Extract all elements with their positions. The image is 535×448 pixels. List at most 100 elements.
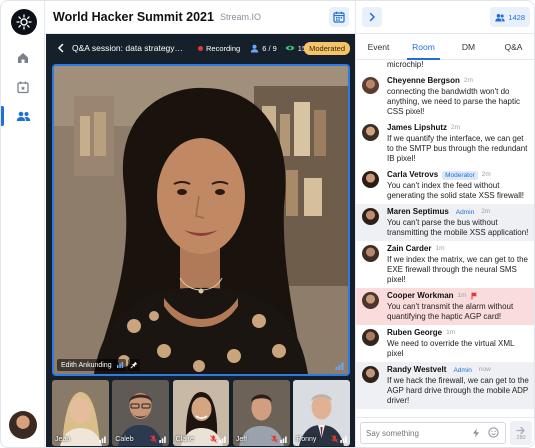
- participant-name: Jean: [55, 436, 71, 443]
- message-time: 2m: [451, 124, 461, 131]
- user-avatar[interactable]: [9, 411, 37, 439]
- event-header: World Hacker Summit 2021 Stream.IO: [45, 1, 355, 34]
- message-text: If we hack the firewall, we can get to t…: [387, 376, 529, 405]
- message-text: If we quantify the interface, we can get…: [387, 134, 528, 163]
- chat-message: Carla Vetrovs Moderator 2m You can't index…: [356, 167, 534, 204]
- chat-message: Zain Carder 1m If we index the matrix, we…: [356, 241, 534, 288]
- avatar[interactable]: [362, 77, 379, 94]
- author-name[interactable]: Zain Carder: [387, 244, 431, 254]
- signal-strength-icon: [279, 436, 287, 443]
- pin-icon[interactable]: [128, 359, 140, 371]
- char-limit: 280: [516, 434, 526, 441]
- participant-tile[interactable]: Jeff: [232, 380, 290, 446]
- participant-name: Claire: [175, 436, 194, 443]
- avatar[interactable]: [362, 366, 379, 383]
- author-name[interactable]: Maren Septimus: [387, 207, 449, 217]
- message-composer: 280: [355, 417, 534, 447]
- calendar-button[interactable]: [329, 7, 349, 27]
- tab-event[interactable]: Event: [356, 34, 401, 59]
- author-name[interactable]: James Lipshutz: [387, 123, 447, 133]
- message-time: 2m: [481, 171, 491, 178]
- home-icon: [18, 53, 28, 63]
- nav-home[interactable]: [1, 45, 45, 71]
- avatar[interactable]: [362, 292, 379, 309]
- recording-indicator: Recording: [198, 44, 240, 53]
- message-time: 1m: [435, 245, 445, 252]
- message-input[interactable]: [360, 422, 506, 444]
- signal-strength-icon: [99, 436, 106, 443]
- mic-muted-icon: [210, 435, 218, 443]
- message-time: 2m: [463, 77, 473, 84]
- avatar[interactable]: [362, 171, 379, 188]
- message-text: microchip!: [387, 60, 424, 69]
- nav-rooms[interactable]: [1, 103, 45, 129]
- tab-room[interactable]: Room: [401, 34, 446, 60]
- message-text: You can't index the feed without generat…: [387, 181, 524, 200]
- emoji-icon[interactable]: [488, 427, 499, 438]
- message-text: connecting the bandwidth won't do anythi…: [387, 87, 520, 116]
- participant-count-label: 6 / 9: [262, 43, 277, 53]
- mic-muted-icon: [270, 435, 278, 443]
- participant-strip: Jean Caleb Claire Jeff Ronny: [52, 380, 350, 446]
- participant-count[interactable]: 6 / 9: [250, 44, 277, 53]
- people-icon: [16, 111, 30, 121]
- signal-strength-icon: [340, 436, 347, 443]
- participant-name: Jeff: [235, 436, 248, 443]
- send-arrow-icon: [516, 426, 525, 434]
- chat-message: Maren Septimus Admin 2m You can't parse th…: [356, 204, 534, 241]
- admin-badge: Admin: [453, 366, 472, 374]
- tab-qa[interactable]: Q&A: [491, 34, 534, 59]
- chat-message: Cheyenne Bergson 2m connecting the bandwi…: [356, 73, 534, 120]
- event-title: World Hacker Summit 2021: [53, 10, 214, 24]
- chat-message: microchip!: [356, 60, 534, 73]
- chat-message: Ruben George 1m We need to override the v…: [356, 325, 534, 362]
- avatar[interactable]: [362, 245, 379, 262]
- recording-dot-icon: [198, 45, 203, 51]
- brand-logo[interactable]: [11, 9, 37, 35]
- collapse-panel-button[interactable]: [362, 7, 382, 27]
- author-name[interactable]: Cooper Workman: [387, 291, 454, 301]
- message-text: We need to override the virtual XML pixe…: [387, 339, 515, 358]
- app-window: World Hacker Summit 2021 Stream.IO Q&A s…: [0, 0, 535, 448]
- author-name[interactable]: Cheyenne Bergson: [387, 76, 460, 86]
- signal-strength-icon: [159, 436, 166, 443]
- nav-schedule[interactable]: [1, 74, 45, 100]
- moderated-badge: Moderated: [304, 42, 350, 55]
- avatar[interactable]: [362, 329, 379, 346]
- session-title: Q&A session: data strategy…: [72, 43, 184, 53]
- people-icon: [495, 13, 506, 21]
- chat-message: Randy Westvelt Admin now If we hack the fi…: [356, 362, 534, 409]
- participant-tile[interactable]: Caleb: [112, 380, 170, 446]
- panel-tabs: Event Room DM Q&A: [355, 34, 534, 60]
- author-name[interactable]: Carla Vetrovs: [387, 170, 438, 180]
- participant-tile[interactable]: Ronny: [293, 380, 350, 446]
- message-time: now: [478, 366, 491, 373]
- author-name[interactable]: Randy Westvelt: [387, 365, 446, 375]
- flag-icon[interactable]: [471, 292, 478, 300]
- avatar[interactable]: [362, 208, 379, 225]
- speaker-video-frame: [54, 66, 348, 374]
- chat-message: James Lipshutz 2m If we quantify the inte…: [356, 120, 534, 167]
- message-time: 1m: [446, 329, 456, 336]
- chat-feed[interactable]: microchip! Cheyenne Bergson 2m connecting…: [355, 60, 534, 417]
- send-button[interactable]: 280: [510, 421, 532, 445]
- calendar-star-icon: [17, 81, 29, 94]
- calendar-icon: [333, 11, 345, 23]
- main-speaker-indicators: [114, 359, 142, 371]
- attendees-button[interactable]: 1428: [490, 7, 530, 27]
- participant-tile[interactable]: Jean: [52, 380, 109, 446]
- message-text: You can't parse the bus without transmit…: [387, 218, 529, 237]
- back-arrow-icon[interactable]: [56, 43, 66, 53]
- chat-message-flagged: Cooper Workman 1m You can't transmit the …: [356, 288, 534, 325]
- eye-icon: [285, 45, 295, 51]
- participant-tile[interactable]: Claire: [172, 380, 230, 446]
- bolt-icon[interactable]: [472, 428, 480, 438]
- tab-dm[interactable]: DM: [446, 34, 491, 59]
- message-text: If we index the matrix, we can get to th…: [387, 255, 528, 284]
- main-video[interactable]: Edith Ankunding: [52, 64, 350, 376]
- author-name[interactable]: Ruben George: [387, 328, 442, 338]
- avatar[interactable]: [362, 124, 379, 141]
- signal-strength-icon: [335, 362, 344, 370]
- signal-strength-icon: [219, 436, 227, 443]
- mic-muted-icon: [150, 435, 157, 443]
